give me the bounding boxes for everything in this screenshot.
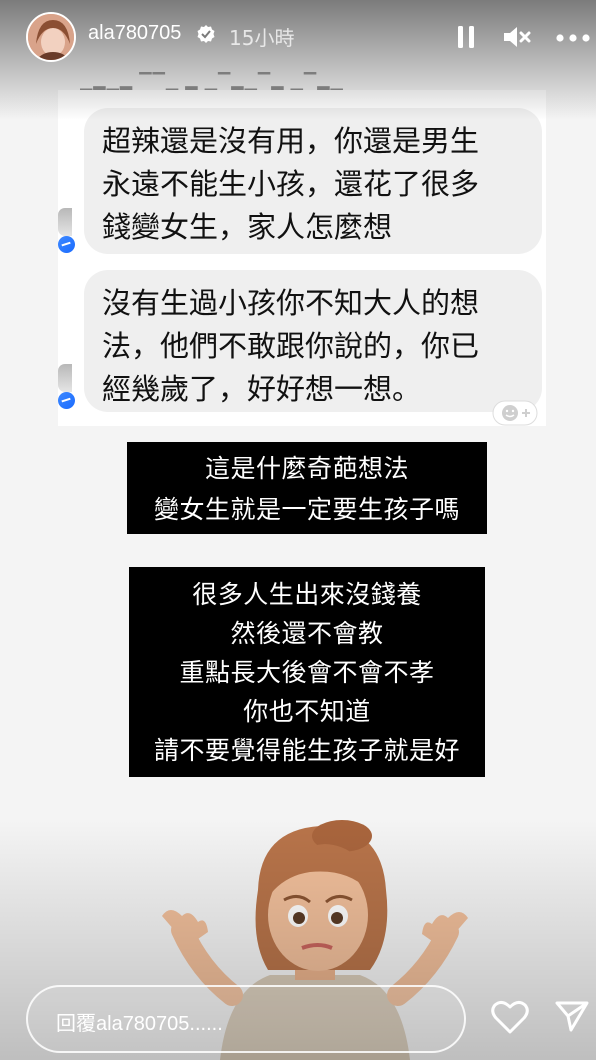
- avatar[interactable]: [26, 12, 76, 62]
- caption-line: 變女生就是一定要生孩子嗎: [153, 495, 460, 524]
- message-line: 永遠不能生小孩，還花了很多: [102, 167, 480, 201]
- message-line: 錢變女生，家人怎麼想: [102, 210, 393, 244]
- caption-line: 然後還不會教: [230, 619, 384, 648]
- chat-message: 超辣還是沒有用，你還是男生 永遠不能生小孩，還花了很多 錢變女生，家人怎麼想: [84, 108, 542, 254]
- message-line: 超辣還是沒有用，你還是男生: [102, 124, 480, 158]
- profile-photo: [28, 14, 74, 60]
- more-dots-icon[interactable]: [556, 34, 590, 42]
- story-caption: 這是什麼奇葩想法 變女生就是一定要生孩子嗎: [127, 442, 487, 534]
- verified-badge-icon: [197, 25, 215, 43]
- pause-icon[interactable]: [456, 25, 476, 49]
- story-username[interactable]: ala780705: [88, 22, 181, 45]
- messenger-icon: [58, 392, 75, 409]
- message-line: 法，他們不敢跟你說的，你已: [102, 329, 480, 363]
- speaker-muted-icon[interactable]: [503, 25, 531, 49]
- caption-line: 這是什麼奇葩想法: [204, 454, 409, 483]
- story-header: ala780705 15小時: [0, 0, 596, 78]
- caption-line: 請不要覺得能生孩子就是好: [153, 736, 460, 765]
- sender-avatar-fragment: [58, 364, 72, 392]
- reply-placeholder: 回覆ala780705......: [56, 1013, 223, 1035]
- heart-icon[interactable]: [490, 999, 530, 1035]
- caption-line: 很多人生出來沒錢養: [192, 580, 422, 609]
- story-timestamp: 15小時: [229, 26, 295, 50]
- message-line: 經幾歲了，好好想一想。: [102, 372, 422, 406]
- send-icon[interactable]: [554, 998, 590, 1034]
- chat-message: 沒有生過小孩你不知大人的想 法，他們不敢跟你說的，你已 經幾歲了，好好想一想。: [84, 270, 542, 412]
- messenger-icon: [58, 236, 75, 253]
- caption-line: 你也不知道: [243, 697, 371, 726]
- message-line: 沒有生過小孩你不知大人的想: [102, 286, 480, 320]
- story-caption: 很多人生出來沒錢養 然後還不會教 重點長大後會不會不孝 你也不知道 請不要覺得能…: [129, 567, 485, 777]
- sender-avatar-fragment: [58, 208, 72, 236]
- story-viewer: ▁▂▁▂ ▔▔▁ ▂ ▁▔▂▁▔▂ ▁▔▂▁ 超辣還是沒有用，你還是男生 永遠不…: [0, 0, 596, 1060]
- caption-line: 重點長大後會不會不孝: [179, 658, 435, 687]
- reply-input[interactable]: 回覆ala780705......: [26, 985, 466, 1053]
- add-reaction-icon: [492, 400, 538, 426]
